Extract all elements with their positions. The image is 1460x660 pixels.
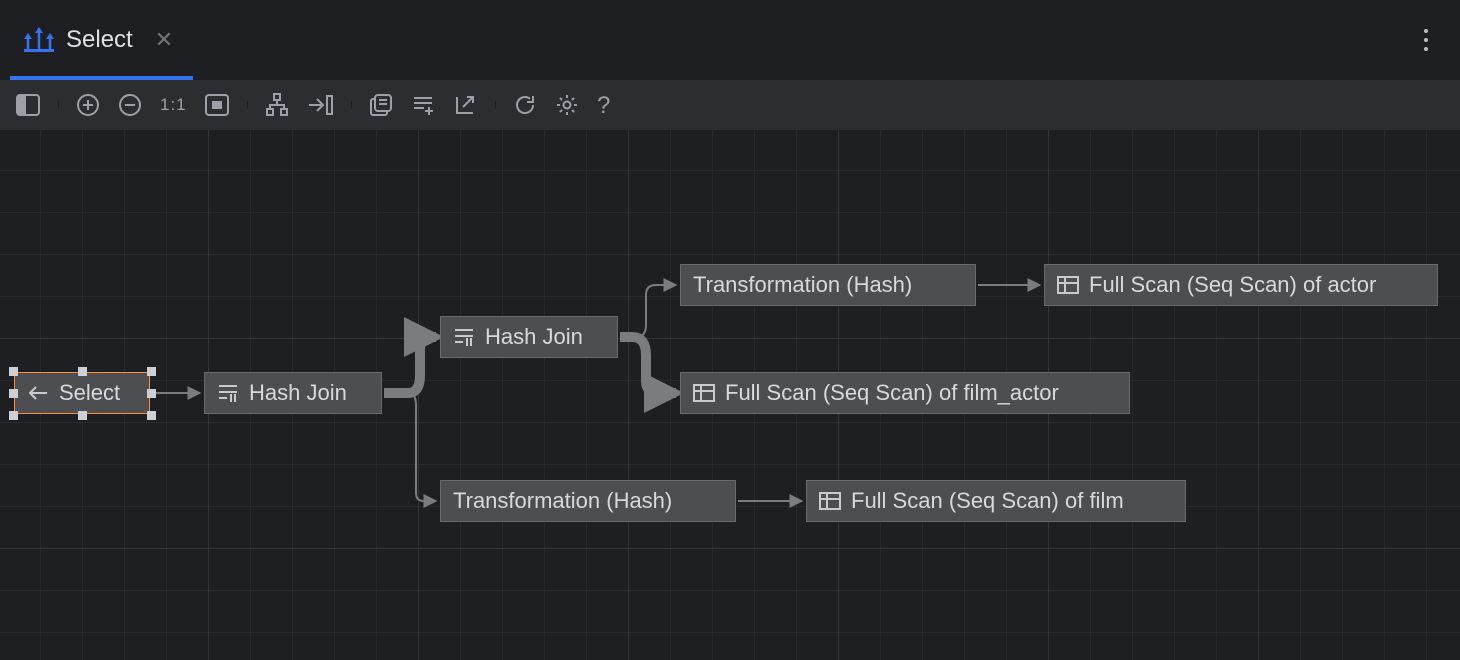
help-button[interactable]: ? xyxy=(597,93,613,117)
refresh-button[interactable] xyxy=(513,93,537,117)
zoom-in-button[interactable] xyxy=(76,93,100,117)
node-label: Select xyxy=(59,380,120,406)
zoom-reset-button[interactable]: 1:1 xyxy=(160,95,187,115)
close-icon[interactable]: ✕ xyxy=(155,29,173,51)
stack-view-button[interactable] xyxy=(369,93,393,117)
selection-handle[interactable] xyxy=(78,367,87,376)
node-label: Full Scan (Seq Scan) of actor xyxy=(1089,272,1376,298)
explain-plan-icon xyxy=(24,27,54,53)
tab-label: Select xyxy=(66,26,133,54)
fit-content-button[interactable] xyxy=(205,94,229,116)
node-hash-join-1[interactable]: Hash Join xyxy=(204,372,382,414)
selection-handle[interactable] xyxy=(9,389,18,398)
export-button[interactable] xyxy=(453,93,477,117)
table-icon xyxy=(1057,276,1079,294)
selection-handle[interactable] xyxy=(9,411,18,420)
navigate-into-button[interactable] xyxy=(307,94,333,116)
node-hash-join-2[interactable]: Hash Join xyxy=(440,316,618,358)
join-icon xyxy=(453,328,475,346)
zoom-out-button[interactable] xyxy=(118,93,142,117)
tab-bar: Select ✕ xyxy=(0,0,1460,80)
node-label: Full Scan (Seq Scan) of film xyxy=(851,488,1124,514)
node-label: Transformation (Hash) xyxy=(693,272,912,298)
layout-button[interactable] xyxy=(265,93,289,117)
node-select[interactable]: Select xyxy=(14,372,150,414)
text-frame-button[interactable] xyxy=(411,93,435,117)
node-fullscan-film[interactable]: Full Scan (Seq Scan) of film xyxy=(806,480,1186,522)
selection-handle[interactable] xyxy=(147,367,156,376)
toggle-sidebar-button[interactable] xyxy=(16,94,40,116)
more-actions-icon[interactable] xyxy=(1418,23,1434,57)
tab-select[interactable]: Select ✕ xyxy=(10,0,193,80)
table-icon xyxy=(693,384,715,402)
selection-handle[interactable] xyxy=(9,367,18,376)
node-fullscan-film-actor[interactable]: Full Scan (Seq Scan) of film_actor xyxy=(680,372,1130,414)
settings-button[interactable] xyxy=(555,93,579,117)
node-fullscan-actor[interactable]: Full Scan (Seq Scan) of actor xyxy=(1044,264,1438,306)
svg-text:?: ? xyxy=(597,93,610,117)
node-label: Hash Join xyxy=(485,324,583,350)
selection-handle[interactable] xyxy=(78,411,87,420)
arrow-left-icon xyxy=(27,385,49,401)
selection-handle[interactable] xyxy=(147,389,156,398)
join-icon xyxy=(217,384,239,402)
node-label: Full Scan (Seq Scan) of film_actor xyxy=(725,380,1059,406)
node-transformation-hash-2[interactable]: Transformation (Hash) xyxy=(440,480,736,522)
node-label: Hash Join xyxy=(249,380,347,406)
table-icon xyxy=(819,492,841,510)
node-transformation-hash-1[interactable]: Transformation (Hash) xyxy=(680,264,976,306)
node-label: Transformation (Hash) xyxy=(453,488,672,514)
plan-canvas[interactable]: Select Hash Join Hash Join Transformatio… xyxy=(0,130,1460,660)
selection-handle[interactable] xyxy=(147,411,156,420)
toolbar: 1:1 ? xyxy=(0,80,1460,130)
